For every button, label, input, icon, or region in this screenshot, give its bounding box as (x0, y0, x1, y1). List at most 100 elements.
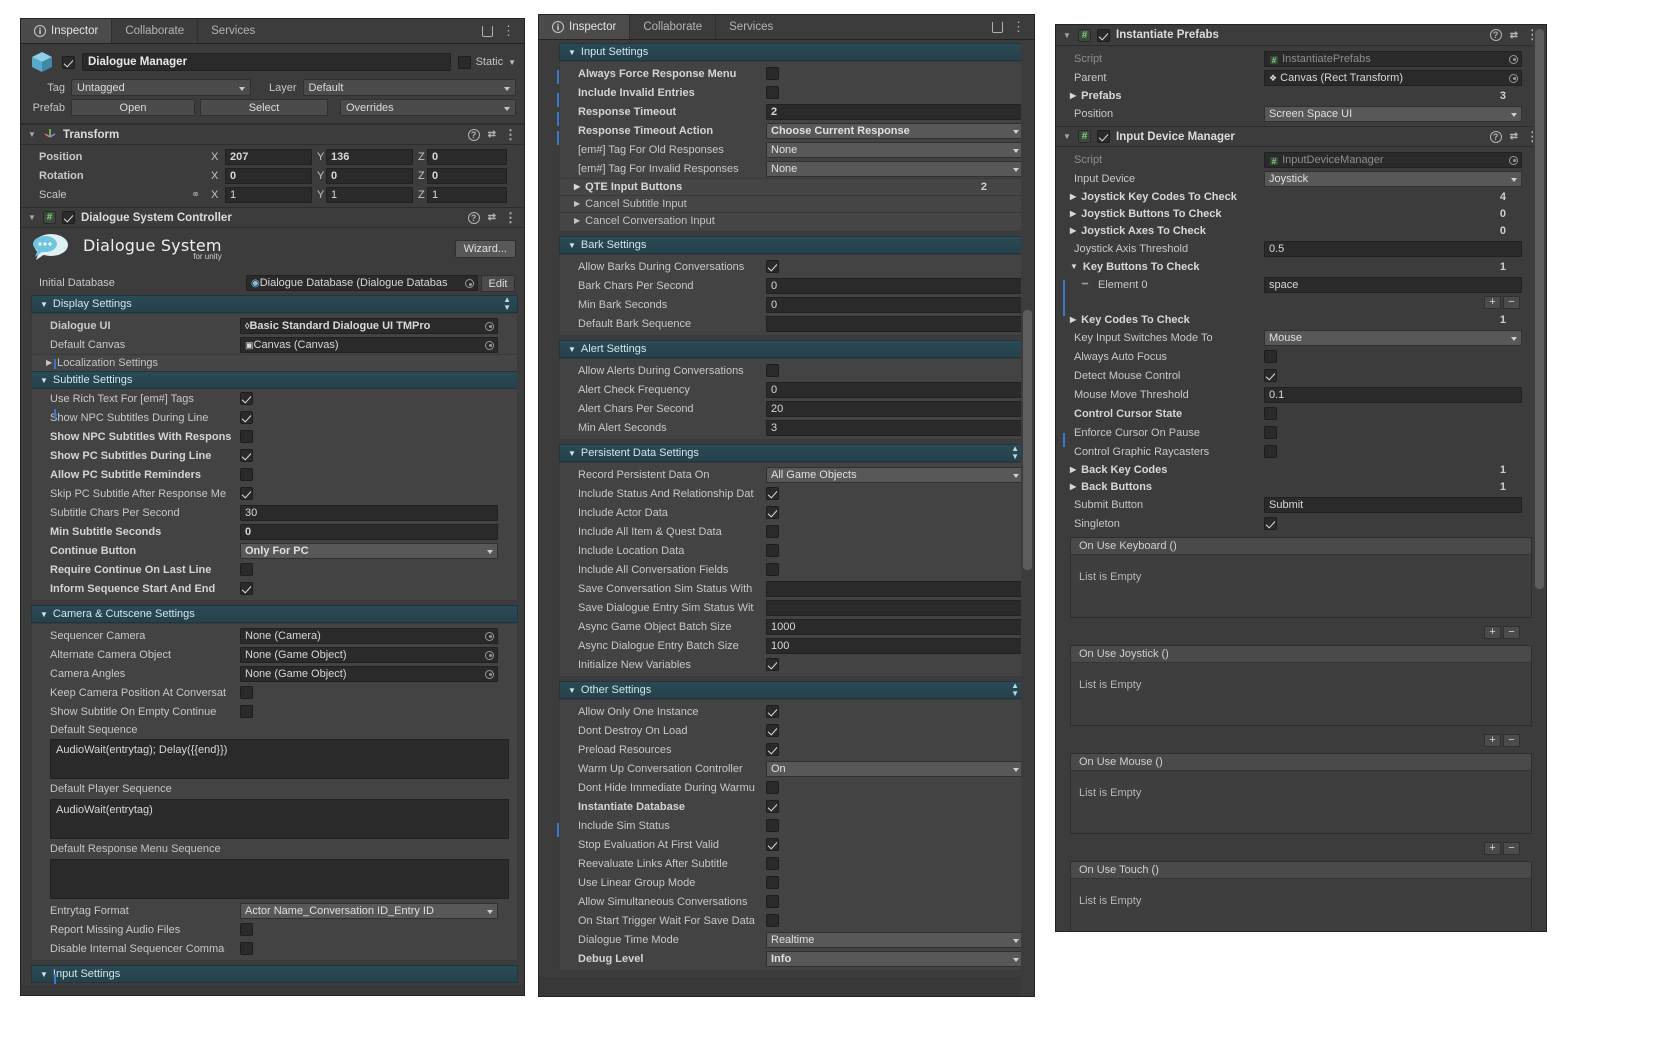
checkbox-include-invalid-entries[interactable] (766, 86, 779, 99)
foldout-cancel-subtitle-input[interactable]: ▶ Cancel Subtitle Input (560, 195, 1027, 212)
singleton-checkbox[interactable] (1264, 517, 1277, 530)
checkbox-use-linear-group-mode[interactable] (766, 876, 779, 889)
checkbox-preload-resources[interactable] (766, 743, 779, 756)
foldout-qte-input-buttons[interactable]: ▶ QTE Input Buttons 2 (560, 178, 1027, 195)
object-picker-icon[interactable] (465, 279, 474, 288)
help-icon[interactable]: ? (1489, 29, 1502, 41)
checkbox-show-pc-subtitles-during-line[interactable] (240, 449, 253, 462)
checkbox-dont-destroy-on-load[interactable] (766, 724, 779, 737)
section-stepper-icon[interactable]: ▲ ▼ (1011, 445, 1019, 461)
tab-collaborate[interactable]: Collaborate (630, 15, 717, 39)
checkbox-allow-alerts-during-conversations[interactable] (766, 364, 779, 377)
checkbox-show-npc-subtitles-with-respons[interactable] (240, 430, 253, 443)
preset-icon[interactable]: ⇄ (1510, 131, 1518, 142)
dialogue-ui-objectfield[interactable]: ◊Basic Standard Dialogue UI TMPro (240, 317, 498, 334)
foldout-arrow-icon[interactable]: ▼ (28, 213, 37, 222)
input-response-timeout[interactable]: 2 (766, 103, 1024, 120)
checkbox-include-sim-status[interactable] (766, 819, 779, 832)
dropdown-dialogue-time-mode[interactable]: Realtime (766, 931, 1024, 948)
drag-handle-icon[interactable]: ━ (1082, 279, 1098, 290)
default-player-sequence-input[interactable]: AudioWait(entrytag) (50, 799, 509, 839)
position-x-input[interactable]: 207 (225, 148, 312, 165)
section-stepper-icon[interactable]: ▲ ▼ (1011, 682, 1019, 698)
tab-inspector[interactable]: i Inspector (539, 15, 631, 39)
add-element-button[interactable]: + (1484, 296, 1501, 309)
default-sequence-input[interactable]: AudioWait(entrytag); Delay({{end}}) (50, 739, 509, 779)
section-alert-settings[interactable]: ▼ Alert Settings (559, 340, 1026, 358)
scale-z-input[interactable]: 1 (427, 186, 507, 203)
section-display-settings[interactable]: ▼ Display Settings ▲ ▼ (31, 295, 518, 313)
scrollbar-thumb[interactable] (1535, 29, 1544, 589)
dropdown-warm-up-conversation-controller[interactable]: On (766, 760, 1024, 777)
checkbox-allow-simultaneous-conversations[interactable] (766, 895, 779, 908)
checkbox-allow-pc-subtitle-reminders[interactable] (240, 468, 253, 481)
foldout-joystick-buttons[interactable]: ▶ Joystick Buttons To Check 0 (1056, 205, 1546, 222)
lock-icon[interactable] (992, 21, 1003, 33)
object-picker-icon[interactable] (485, 321, 494, 331)
prefab-overrides-dropdown[interactable]: Overrides (340, 99, 516, 116)
checkbox-reevaluate-links-after-subtitle[interactable] (766, 857, 779, 870)
section-camera-cutscene-settings[interactable]: ▼ Camera & Cutscene Settings (31, 605, 518, 623)
foldout-arrow-icon[interactable]: ▼ (28, 130, 37, 139)
input-alert-chars-per-second[interactable]: 20 (766, 400, 1024, 417)
mouse-move-threshold-input[interactable]: 0.1 (1264, 386, 1522, 403)
section-input-settings-left[interactable]: ▼ Input Settings (31, 965, 518, 983)
input-min-bark-seconds[interactable]: 0 (766, 296, 1024, 313)
edit-database-button[interactable]: Edit (481, 274, 515, 292)
wizard-button[interactable]: Wizard... (454, 239, 516, 258)
checkbox-require-continue-on-last-line[interactable] (240, 563, 253, 576)
input-min-alert-seconds[interactable]: 3 (766, 419, 1024, 436)
lock-icon[interactable] (482, 25, 493, 37)
entrytag-format-dropdown[interactable]: Actor Name_Conversation ID_Entry ID (240, 902, 498, 919)
checkbox-on-start-trigger-wait-for-save-data[interactable] (766, 914, 779, 927)
input-bark-chars-per-second[interactable]: 0 (766, 277, 1024, 294)
layer-dropdown[interactable]: Default (302, 79, 516, 96)
object-picker-icon[interactable] (485, 669, 494, 679)
enforce-cursor-on-pause-checkbox[interactable] (1264, 426, 1277, 439)
foldout-back-key-codes[interactable]: ▶ Back Key Codes 1 (1056, 461, 1546, 478)
joystick-axis-threshold-input[interactable]: 0.5 (1264, 240, 1522, 257)
input-async-dialogue-entry-batch-size[interactable]: 100 (766, 637, 1024, 654)
dropdown-response-timeout-action[interactable]: Choose Current Response (766, 122, 1024, 139)
foldout-key-buttons-to-check[interactable]: ▼ Key Buttons To Check 1 (1056, 258, 1546, 275)
submit-button-input[interactable]: Submit (1264, 496, 1522, 513)
preset-icon[interactable]: ⇄ (1510, 30, 1518, 41)
object-picker-icon[interactable] (1509, 54, 1518, 64)
dropdown-em-tag-for-invalid-responses[interactable]: None (766, 160, 1024, 177)
object-picker-icon[interactable] (485, 340, 494, 350)
foldout-arrow-icon[interactable]: ▼ (1063, 132, 1072, 141)
help-icon[interactable]: ? (467, 211, 480, 224)
scale-x-input[interactable]: 1 (225, 186, 312, 203)
foldout-joystick-key-codes[interactable]: ▶ Joystick Key Codes To Check 4 (1056, 188, 1546, 205)
key-input-mode-dropdown[interactable]: Mouse (1264, 329, 1522, 346)
checkbox-include-location-data[interactable] (766, 544, 779, 557)
input-async-game-object-batch-size[interactable]: 1000 (766, 618, 1024, 635)
object-picker-icon[interactable] (1509, 155, 1518, 165)
component-header-transform[interactable]: ▼ Transform ? ⇄ ⋮ (21, 124, 524, 145)
foldout-localization-settings[interactable]: ▶ Localization Settings (32, 354, 517, 371)
component-enabled-checkbox[interactable] (62, 211, 75, 224)
gameobject-enabled-checkbox[interactable] (62, 55, 75, 69)
position-y-input[interactable]: 136 (326, 148, 413, 165)
tab-services[interactable]: Services (716, 15, 786, 39)
foldout-prefabs[interactable]: ▶ Prefabs 3 (1056, 87, 1546, 104)
always-auto-focus-checkbox[interactable] (1264, 350, 1277, 363)
input-save-dialogue-entry-sim-status-wit[interactable] (766, 599, 1024, 616)
prefab-open-button[interactable]: Open (71, 99, 195, 116)
component-header-dialogue-system-controller[interactable]: ▼ # Dialogue System Controller ? ⇄ ⋮ (21, 207, 524, 228)
dropdown-em-tag-for-old-responses[interactable]: None (766, 141, 1024, 158)
report-missing-audio-checkbox[interactable] (240, 923, 253, 936)
more-options-icon[interactable]: ⋮ (502, 24, 515, 37)
checkbox-always-force-response-menu[interactable] (766, 67, 779, 80)
checkbox-show-subtitle-on-empty-continue[interactable] (240, 705, 253, 718)
component-header-input-device-manager[interactable]: ▼ # Input Device Manager ? ⇄ ⋮ (1056, 126, 1546, 147)
objectfield-camera-angles[interactable]: None (Game Object) (240, 665, 498, 682)
default-canvas-objectfield[interactable]: ▣Canvas (Canvas) (240, 336, 498, 353)
checkbox-initialize-new-variables[interactable] (766, 658, 779, 671)
checkbox-use-rich-text-for-em-tags[interactable] (240, 392, 253, 405)
vertical-scrollbar[interactable] (1533, 25, 1546, 931)
foldout-arrow-icon[interactable]: ▼ (1063, 31, 1072, 40)
input-min-subtitle-seconds[interactable]: 0 (240, 523, 498, 540)
checkbox-include-all-item-quest-data[interactable] (766, 525, 779, 538)
component-enabled-checkbox[interactable] (1097, 28, 1110, 42)
